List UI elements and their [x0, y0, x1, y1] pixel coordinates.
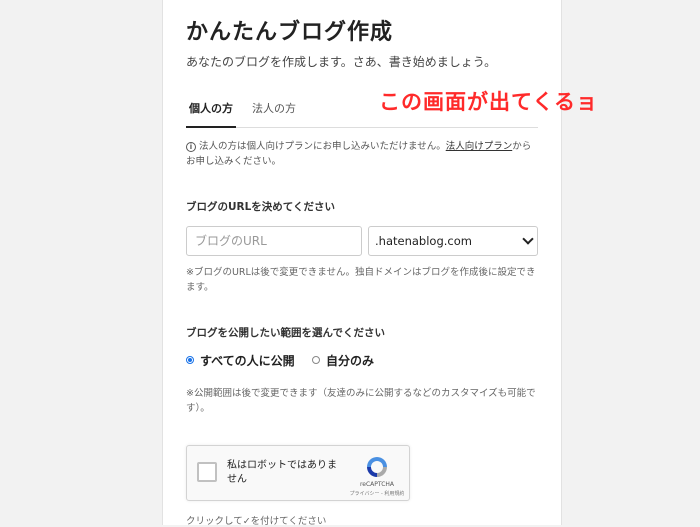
recaptcha-widget: 私はロボットではありません reCAPTCHA プライバシー - 利用規約 [186, 445, 410, 501]
recaptcha-terms[interactable]: プライバシー - 利用規約 [337, 490, 417, 497]
radio-unchecked-icon [312, 356, 320, 364]
tab-individual[interactable]: 個人の方 [186, 100, 236, 128]
visibility-note: ※公開範囲は後で変更できます（友達のみに公開するなどのカスタマイズも可能です）。 [186, 388, 536, 414]
annotation-callout: この画面が出てくるョ [379, 90, 598, 114]
info-icon: i [186, 142, 196, 152]
radio-private-label: 自分のみ [326, 354, 375, 368]
url-note: ※ブログのURLは後で変更できません。独自ドメインはブログを作成後に設定できます… [186, 267, 536, 293]
corporate-notice: i 法人の方は個人向けプランにお申し込みいただけません。法人向けプランからお申し込… [186, 139, 538, 169]
recaptcha-checkbox[interactable] [197, 462, 217, 482]
tab-corporate[interactable]: 法人の方 [252, 100, 296, 126]
domain-select-value: .hatenablog.com [375, 234, 472, 248]
radio-private[interactable]: 自分のみ [312, 352, 374, 369]
notice-text-before: 法人の方は個人向けプランにお申し込みいただけません。 [199, 141, 446, 152]
visibility-section-label: ブログを公開したい範囲を選んでください [186, 327, 385, 339]
domain-select[interactable]: .hatenablog.com [368, 226, 538, 256]
page-subtitle: あなたのブログを作成します。さあ、書き始めましょう。 [186, 55, 497, 69]
blog-url-input[interactable]: ブログのURL [186, 226, 362, 256]
radio-public[interactable]: すべての人に公開 [186, 352, 295, 369]
page-title: かんたんブログ作成 [186, 20, 394, 45]
recaptcha-brand: reCAPTCHA [359, 481, 395, 488]
radio-checked-icon [186, 356, 194, 364]
chevron-down-icon [522, 233, 534, 245]
recaptcha-logo-icon [367, 457, 387, 477]
corporate-plan-link[interactable]: 法人向けプラン [446, 141, 513, 152]
url-section-label: ブログのURLを決めてください [186, 201, 335, 213]
radio-public-label: すべての人に公開 [200, 354, 295, 368]
recaptcha-label: 私はロボットではありません [227, 460, 337, 485]
